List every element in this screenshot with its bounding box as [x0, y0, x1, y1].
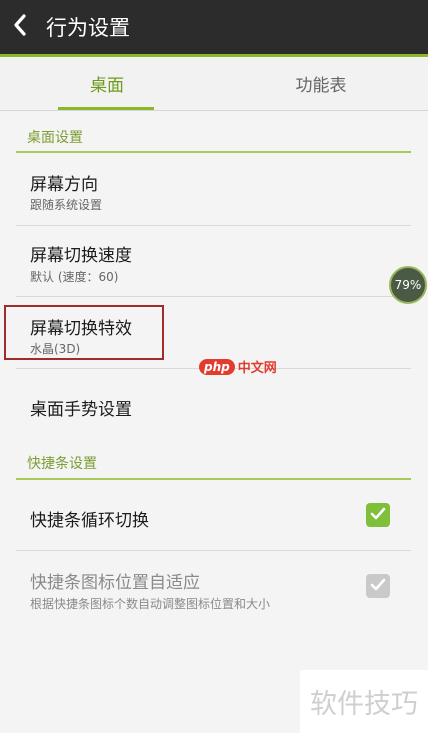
tab-active-indicator	[58, 107, 154, 110]
section-divider-desktop	[16, 151, 411, 153]
setting-row-shortcut-loop[interactable]: 快捷条循环切换	[16, 482, 411, 550]
setting-row-desktop-gesture[interactable]: 桌面手势设置	[16, 369, 411, 439]
page-title: 行为设置	[46, 16, 130, 40]
php-watermark: php 中文网	[199, 357, 277, 376]
section-header-desktop: 桌面设置	[27, 130, 83, 146]
checkmark-icon	[370, 506, 386, 525]
php-logo: php	[199, 358, 235, 375]
setting-row-screen-orientation[interactable]: 屏幕方向 跟随系统设置	[16, 155, 411, 225]
shortcut-loop-checkbox[interactable]	[366, 503, 390, 527]
tab-bar: 桌面 功能表	[0, 57, 428, 111]
tab-desktop-label: 桌面	[90, 76, 124, 96]
php-watermark-text: 中文网	[237, 361, 277, 376]
tab-desktop[interactable]: 桌面	[0, 57, 214, 110]
setting-title: 屏幕方向	[30, 175, 98, 195]
top-bar: 行为设置	[0, 0, 428, 54]
highlight-box	[4, 305, 164, 360]
setting-row-shortcut-adaptive[interactable]: 快捷条图标位置自适应 根据快捷条图标个数自动调整图标位置和大小	[16, 551, 411, 621]
badge-text: 79%	[394, 278, 422, 292]
section-header-shortcut: 快捷条设置	[27, 456, 97, 472]
setting-title: 桌面手势设置	[30, 400, 132, 420]
shortcut-adaptive-checkbox[interactable]	[366, 574, 390, 598]
setting-title: 屏幕切换速度	[30, 246, 132, 266]
setting-subtitle: 根据快捷条图标个数自动调整图标位置和大小	[30, 597, 271, 611]
tab-function-table-label: 功能表	[295, 76, 347, 96]
checkmark-icon	[370, 577, 386, 596]
setting-row-switch-speed[interactable]: 屏幕切换速度 默认 (速度：60)	[16, 226, 411, 296]
setting-subtitle: 跟随系统设置	[30, 198, 103, 212]
corner-watermark: 软件技巧	[300, 670, 428, 733]
back-button[interactable]	[0, 0, 40, 54]
chevron-left-icon	[12, 14, 28, 40]
setting-title: 快捷条循环切换	[30, 511, 149, 531]
setting-subtitle: 默认 (速度：60)	[30, 270, 119, 284]
section-divider-shortcut	[16, 478, 411, 480]
tab-function-table[interactable]: 功能表	[214, 57, 428, 110]
floating-progress-badge[interactable]: 79%	[389, 266, 427, 304]
setting-title: 快捷条图标位置自适应	[30, 573, 200, 593]
